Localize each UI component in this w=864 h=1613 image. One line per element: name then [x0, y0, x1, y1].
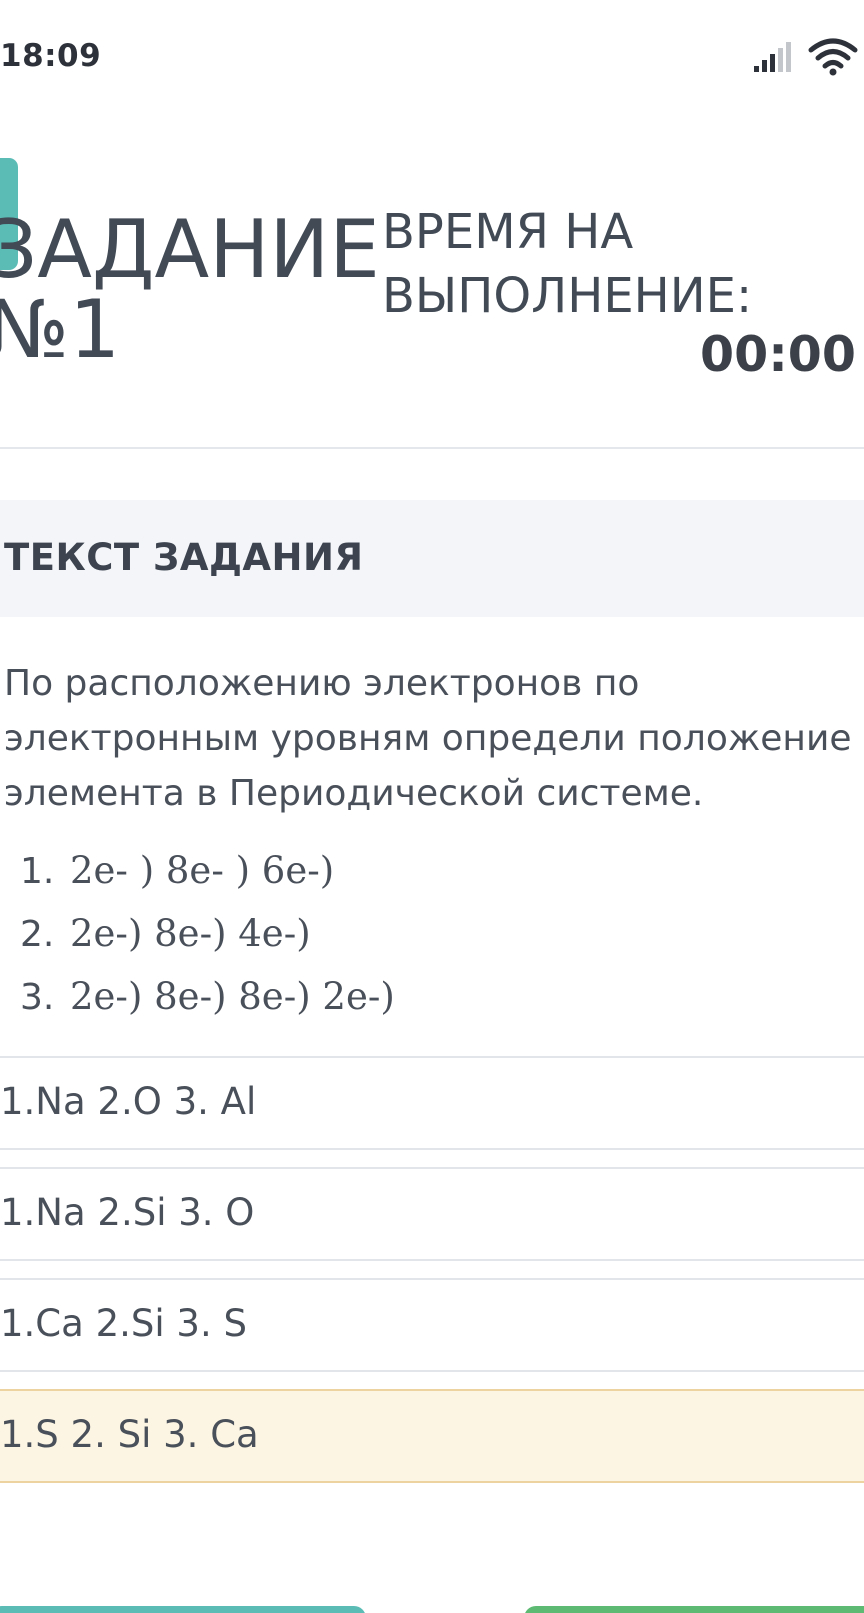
task-number: №1	[0, 283, 121, 376]
config-item: 1. 2e- ) 8e- ) 6e-)	[20, 840, 395, 903]
section-title: ТЕКСТ ЗАДАНИЯ	[4, 536, 364, 579]
answer-option-label: 1.S 2. Si 3. Ca	[0, 1413, 259, 1456]
previous-button[interactable]	[0, 1606, 366, 1613]
config-number: 1.	[20, 851, 55, 892]
status-time: 18:09	[0, 38, 102, 74]
config-number: 3.	[20, 977, 55, 1018]
screen: 18:09 ЗАДАНИЕ №1 ВРЕМЯ НА ВЫПОЛНЕНИЕ: 00…	[0, 0, 864, 1613]
config-number: 2.	[20, 914, 55, 955]
task-title-word: ЗАДАНИЕ	[0, 203, 380, 296]
config-formula: 2e-) 8e-) 8e-) 2e-)	[70, 975, 395, 1018]
answer-option-3[interactable]: 1.Ca 2.Si 3. S	[0, 1278, 864, 1372]
answer-option-label: 1.Ca 2.Si 3. S	[0, 1302, 247, 1345]
header-divider	[0, 447, 864, 449]
next-button[interactable]	[524, 1606, 864, 1613]
task-text: По расположению электронов по электронны…	[4, 663, 852, 814]
task-title: ЗАДАНИЕ №1	[0, 210, 380, 370]
config-formula: 2e- ) 8e- ) 6e-)	[70, 849, 335, 892]
answer-option-1[interactable]: 1.Na 2.O 3. Al	[0, 1056, 864, 1150]
answer-option-2[interactable]: 1.Na 2.Si 3. O	[0, 1167, 864, 1261]
config-formula: 2e-) 8e-) 4e-)	[70, 912, 311, 955]
wifi-icon	[808, 38, 858, 76]
config-item: 3. 2e-) 8e-) 8e-) 2e-)	[20, 966, 395, 1029]
signal-icon	[754, 42, 791, 72]
answer-option-label: 1.Na 2.O 3. Al	[0, 1080, 257, 1123]
answer-option-label: 1.Na 2.Si 3. O	[0, 1191, 255, 1234]
time-label: ВРЕМЯ НА ВЫПОЛНЕНИЕ:	[382, 204, 753, 324]
config-item: 2. 2e-) 8e-) 4e-)	[20, 903, 395, 966]
timer-value: 00:00	[700, 326, 856, 383]
electron-config-list: 1. 2e- ) 8e- ) 6e-) 2. 2e-) 8e-) 4e-) 3. 2e…	[20, 840, 395, 1029]
answer-option-4[interactable]: 1.S 2. Si 3. Ca	[0, 1389, 864, 1483]
